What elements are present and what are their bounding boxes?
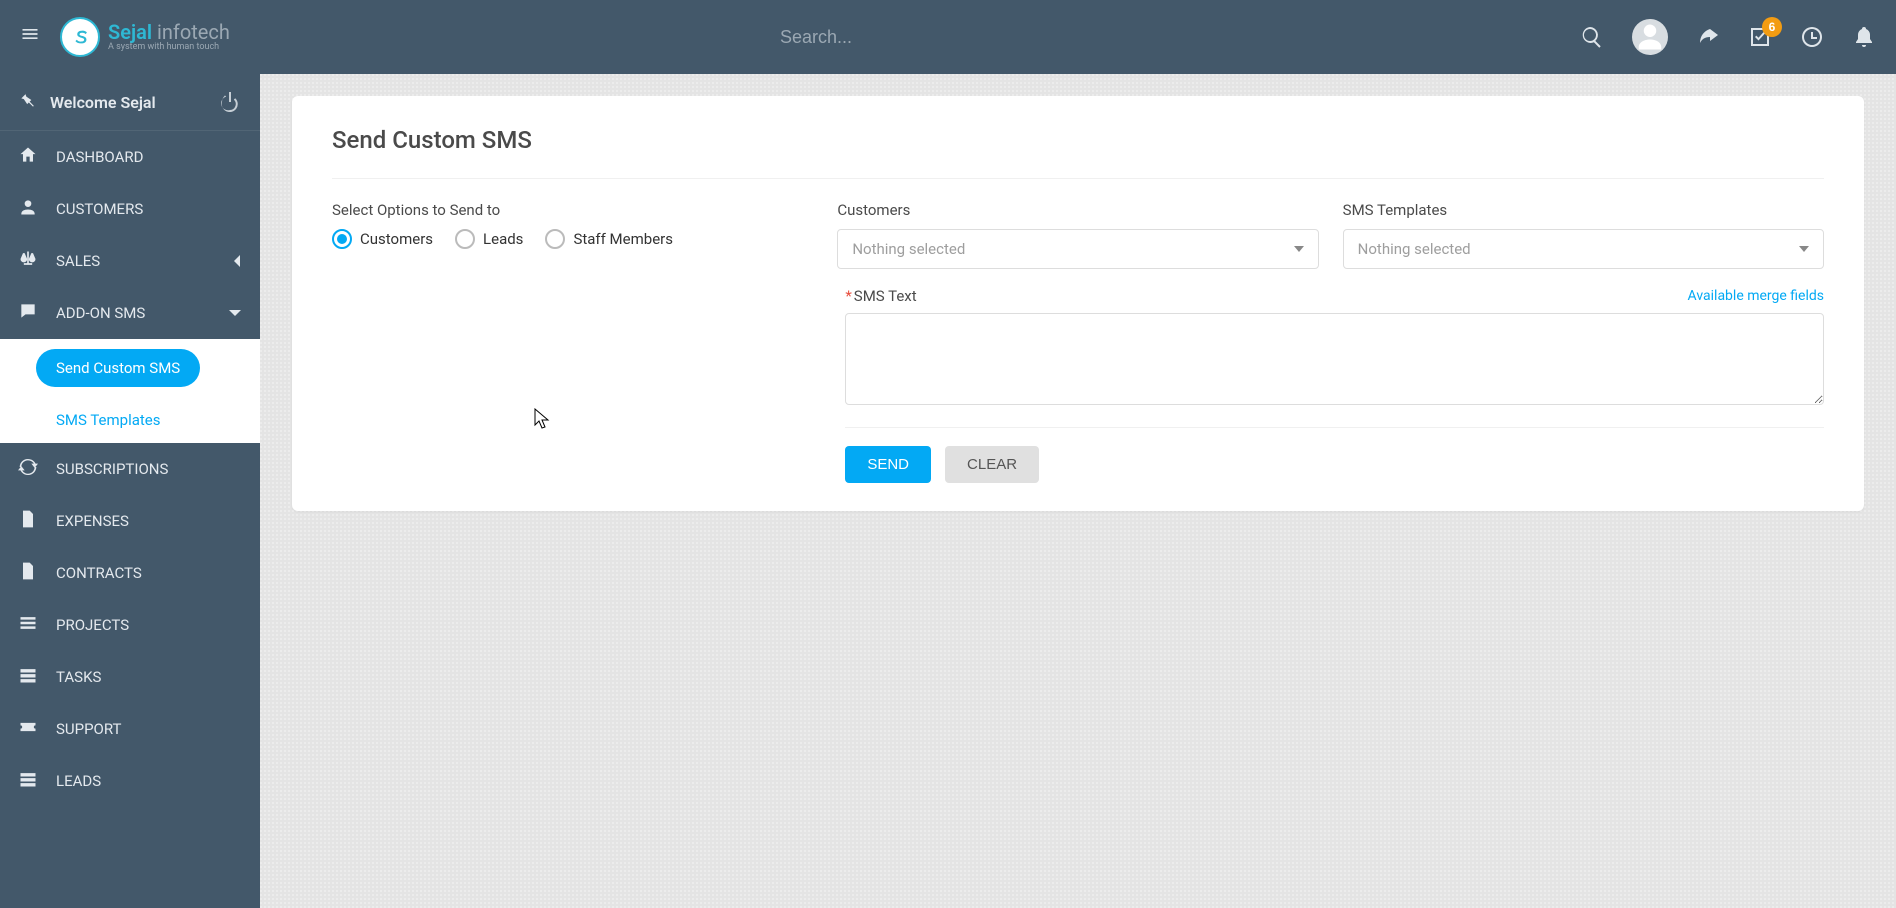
tasks-button[interactable]: 6: [1748, 25, 1772, 49]
sidebar-item-leads[interactable]: LEADS: [0, 755, 260, 807]
radio-staff-members[interactable]: Staff Members: [545, 229, 673, 249]
home-icon: [18, 145, 38, 169]
templates-select[interactable]: Nothing selected: [1343, 229, 1824, 269]
nav-label: DASHBOARD: [56, 148, 143, 166]
radio-leads[interactable]: Leads: [455, 229, 523, 249]
sidebar-item-dashboard[interactable]: DASHBOARD: [0, 131, 260, 183]
scales-icon: [18, 249, 38, 273]
notifications-button[interactable]: [1852, 25, 1876, 49]
refresh-icon: [18, 457, 38, 481]
topbar-actions: 6: [1580, 19, 1876, 55]
search-icon: [1580, 25, 1604, 49]
send-to-field: Select Options to Send to Customers Leads…: [332, 201, 813, 269]
brand-logo[interactable]: Sejal infotech A system with human touch: [60, 17, 230, 57]
search-input[interactable]: [780, 27, 1030, 48]
submenu: Send Custom SMSSMS Templates: [0, 339, 260, 443]
chat-icon: [18, 301, 38, 325]
welcome-bar: Welcome Sejal: [0, 74, 260, 131]
sidebar-item-sales[interactable]: SALES: [0, 235, 260, 287]
radio-label: Leads: [483, 230, 523, 248]
radio-icon: [545, 229, 565, 249]
templates-select-value: Nothing selected: [1358, 240, 1471, 258]
customers-select[interactable]: Nothing selected: [837, 229, 1318, 269]
radio-label: Staff Members: [573, 230, 673, 248]
ticket-icon: [18, 717, 38, 741]
radio-icon: [332, 229, 352, 249]
sms-text-label: *SMS Text: [845, 287, 916, 305]
chevron-down-icon: [228, 308, 242, 318]
sidebar-item-tasks[interactable]: TASKS: [0, 651, 260, 703]
send-button[interactable]: SEND: [845, 446, 931, 483]
nav-label: PROJECTS: [56, 616, 129, 634]
nav-label: LEADS: [56, 772, 101, 790]
search-wrap: [230, 27, 1580, 48]
content-area: Send Custom SMS Select Options to Send t…: [260, 74, 1896, 908]
menu-toggle[interactable]: [20, 24, 40, 50]
sidebar-item-contracts[interactable]: CONTRACTS: [0, 547, 260, 599]
nav-label: CUSTOMERS: [56, 200, 143, 218]
nav-label: TASKS: [56, 668, 101, 686]
nav-label: SUBSCRIPTIONS: [56, 460, 168, 478]
chevron-left-icon: [232, 254, 242, 268]
share-icon: [1696, 25, 1720, 49]
file-icon: [18, 561, 38, 585]
radio-label: Customers: [360, 230, 433, 248]
divider: [332, 178, 1824, 179]
share-button[interactable]: [1696, 25, 1720, 49]
nav-label: SALES: [56, 252, 100, 270]
power-icon: [218, 90, 242, 114]
sidebar-item-support[interactable]: SUPPORT: [0, 703, 260, 755]
sidebar: Welcome Sejal DASHBOARD CUSTOMERS SALES ADD…: [0, 74, 260, 908]
radio-customers[interactable]: Customers: [332, 229, 433, 249]
avatar-icon: [1632, 19, 1668, 55]
welcome-text: Welcome Sejal: [50, 93, 218, 112]
customers-select-value: Nothing selected: [852, 240, 965, 258]
radio-icon: [455, 229, 475, 249]
topbar: Sejal infotech A system with human touch…: [0, 0, 1896, 74]
sidebar-item-customers[interactable]: CUSTOMERS: [0, 183, 260, 235]
merge-fields-link[interactable]: Available merge fields: [1688, 288, 1824, 304]
rows-icon: [18, 769, 38, 793]
sidebar-item-projects[interactable]: PROJECTS: [0, 599, 260, 651]
pin-icon: [18, 90, 38, 114]
hamburger-icon: [20, 24, 40, 44]
notification-badge: 6: [1762, 17, 1782, 37]
templates-label: SMS Templates: [1343, 201, 1824, 219]
nav-label: EXPENSES: [56, 512, 129, 530]
clear-button[interactable]: CLEAR: [945, 446, 1039, 483]
profile-avatar[interactable]: [1632, 19, 1668, 55]
rows-icon: [18, 665, 38, 689]
templates-field: SMS Templates Nothing selected: [1343, 201, 1824, 269]
doc-icon: [18, 509, 38, 533]
bars-icon: [18, 613, 38, 637]
history-button[interactable]: [1800, 25, 1824, 49]
submenu-item-send-custom-sms[interactable]: Send Custom SMS: [0, 339, 260, 397]
sidebar-item-subscriptions[interactable]: SUBSCRIPTIONS: [0, 443, 260, 495]
sms-text-input[interactable]: [845, 313, 1824, 405]
caret-down-icon: [1294, 244, 1304, 254]
submenu-item-sms-templates[interactable]: SMS Templates: [0, 397, 260, 443]
sms-text-field: *SMS Text Available merge fields SEND CL…: [845, 287, 1824, 483]
logo-icon: [60, 17, 100, 57]
sidebar-item-add-on-sms[interactable]: ADD-ON SMS: [0, 287, 260, 339]
caret-down-icon: [1799, 244, 1809, 254]
search-button[interactable]: [1580, 25, 1604, 49]
logout-button[interactable]: [218, 90, 242, 114]
clock-icon: [1800, 25, 1824, 49]
customers-field: Customers Nothing selected: [837, 201, 1318, 269]
send-sms-card: Send Custom SMS Select Options to Send t…: [292, 96, 1864, 511]
bell-icon: [1852, 25, 1876, 49]
brand-name: Sejal infotech: [108, 21, 230, 43]
nav-label: SUPPORT: [56, 720, 122, 738]
user-icon: [18, 197, 38, 221]
page-title: Send Custom SMS: [332, 126, 1824, 154]
sidebar-item-expenses[interactable]: EXPENSES: [0, 495, 260, 547]
send-to-label: Select Options to Send to: [332, 201, 813, 219]
nav-label: CONTRACTS: [56, 564, 142, 582]
nav-label: ADD-ON SMS: [56, 304, 145, 322]
customers-label: Customers: [837, 201, 1318, 219]
brand-tagline: A system with human touch: [108, 43, 230, 53]
